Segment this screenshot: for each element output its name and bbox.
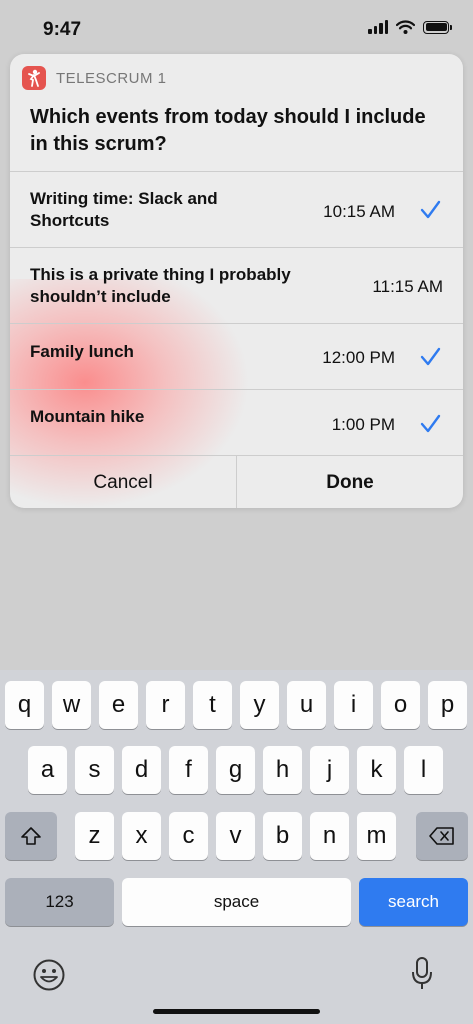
search-key[interactable]: search: [359, 878, 468, 926]
event-time: 11:15 AM: [372, 277, 443, 296]
event-title: Mountain hike: [30, 407, 145, 426]
key-e[interactable]: e: [99, 681, 138, 729]
checkmark-icon: [420, 414, 441, 433]
event-time: 10:15 AM: [323, 202, 395, 221]
app-name: TELESCRUM 1: [56, 69, 167, 87]
shift-icon: [21, 827, 41, 845]
key-u[interactable]: u: [287, 681, 326, 729]
microphone-icon[interactable]: [410, 956, 434, 992]
key-y[interactable]: y: [240, 681, 279, 729]
key-n[interactable]: n: [310, 812, 349, 860]
key-j[interactable]: j: [310, 746, 349, 794]
backspace-icon: [429, 827, 454, 845]
event-row[interactable]: Mountain hike 1:00 PM: [10, 389, 463, 457]
person-icon: [22, 66, 46, 90]
key-x[interactable]: x: [122, 812, 161, 860]
key-o[interactable]: o: [381, 681, 420, 729]
numbers-key[interactable]: 123: [5, 878, 114, 926]
delete-key[interactable]: [416, 812, 468, 860]
action-buttons: Cancel Done: [10, 455, 463, 508]
event-row[interactable]: This is a private thing I probably shoul…: [10, 247, 463, 323]
checkmark-icon: [420, 347, 441, 366]
emoji-icon[interactable]: [32, 958, 66, 992]
event-row[interactable]: Writing time: Slack and Shortcuts 10:15 …: [10, 171, 463, 247]
key-a[interactable]: a: [28, 746, 67, 794]
key-p[interactable]: p: [428, 681, 467, 729]
key-d[interactable]: d: [122, 746, 161, 794]
event-title: Family lunch: [30, 342, 134, 361]
battery-icon: [423, 20, 452, 34]
key-l[interactable]: l: [404, 746, 443, 794]
event-list: Writing time: Slack and Shortcuts 10:15 …: [10, 171, 463, 457]
space-key[interactable]: space: [122, 878, 351, 926]
shift-key[interactable]: [5, 812, 57, 860]
cancel-button[interactable]: Cancel: [10, 456, 237, 508]
done-button[interactable]: Done: [237, 456, 463, 508]
wifi-icon: [396, 20, 415, 34]
event-time: 12:00 PM: [322, 348, 395, 367]
key-q[interactable]: q: [5, 681, 44, 729]
key-k[interactable]: k: [357, 746, 396, 794]
event-row[interactable]: Family lunch 12:00 PM: [10, 323, 463, 389]
event-title: This is a private thing I probably shoul…: [30, 265, 291, 306]
key-b[interactable]: b: [263, 812, 302, 860]
key-t[interactable]: t: [193, 681, 232, 729]
key-r[interactable]: r: [146, 681, 185, 729]
key-c[interactable]: c: [169, 812, 208, 860]
key-i[interactable]: i: [334, 681, 373, 729]
status-icons: [368, 20, 452, 34]
event-time: 1:00 PM: [331, 415, 395, 434]
key-f[interactable]: f: [169, 746, 208, 794]
key-z[interactable]: z: [75, 812, 114, 860]
app-header: TELESCRUM 1: [22, 66, 167, 90]
key-h[interactable]: h: [263, 746, 302, 794]
intent-card: TELESCRUM 1 Which events from today shou…: [10, 54, 463, 508]
keyboard: q w e r t y u i o p a s d f g h j k l z …: [0, 670, 473, 1024]
status-bar: 9:47: [0, 0, 473, 58]
prompt-question: Which events from today should I include…: [30, 106, 426, 155]
key-m[interactable]: m: [357, 812, 396, 860]
status-time: 9:47: [43, 19, 82, 40]
key-g[interactable]: g: [216, 746, 255, 794]
key-w[interactable]: w: [52, 681, 91, 729]
home-indicator[interactable]: [153, 1009, 320, 1014]
checkmark-icon: [420, 200, 441, 219]
event-title: Writing time: Slack and Shortcuts: [30, 189, 218, 230]
key-s[interactable]: s: [75, 746, 114, 794]
key-v[interactable]: v: [216, 812, 255, 860]
cellular-signal-icon: [368, 20, 388, 34]
